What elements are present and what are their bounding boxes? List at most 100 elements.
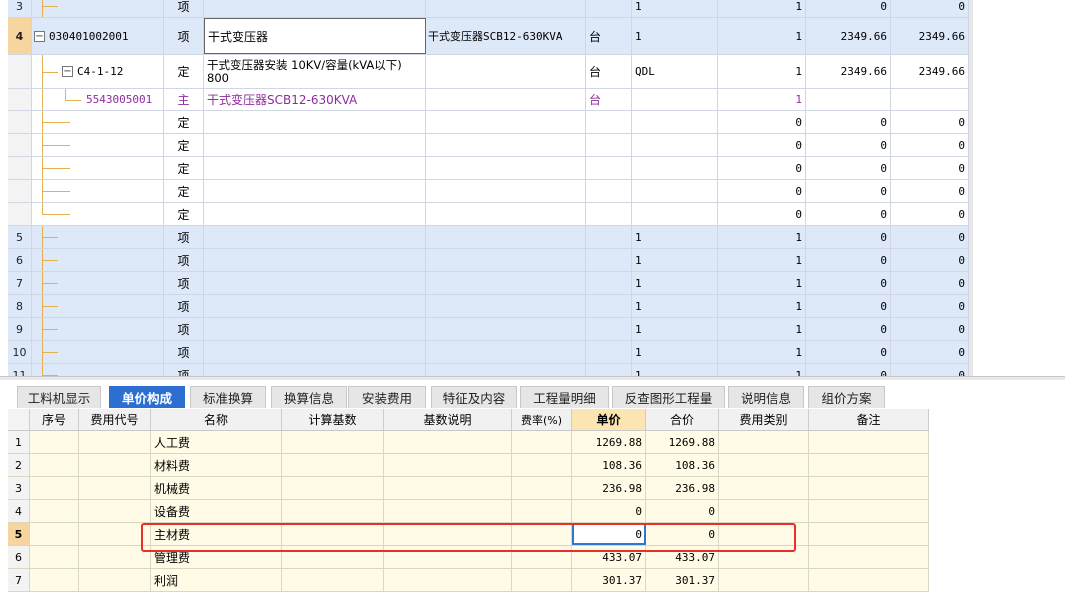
seq-cell[interactable] [30,477,79,499]
table-row[interactable]: 7 项 1 1 0 0 [8,272,969,295]
item-type-cell[interactable]: 项 [164,226,204,248]
seq-cell[interactable] [30,523,79,545]
total-price-cell[interactable]: 0 [891,180,969,202]
total-price-cell[interactable]: 1269.88 [646,431,719,453]
unit-price-cell[interactable]: 0 [806,134,891,156]
tab-7[interactable]: 工程量明细 [520,386,609,408]
base-desc-cell[interactable] [384,477,512,499]
unit-price-cell[interactable]: 0 [806,226,891,248]
item-unit-cell[interactable] [586,341,632,363]
remark-cell[interactable] [809,477,929,499]
total-price-cell[interactable]: 0 [891,134,969,156]
calc-base-cell[interactable] [282,546,384,568]
unit-price-cell[interactable]: 0 [806,203,891,225]
rate-cell[interactable] [512,523,572,545]
remark-cell[interactable] [809,431,929,453]
table-row[interactable]: 3 机械费 236.98 236.98 [8,477,929,500]
total-price-cell[interactable]: 0 [646,523,719,545]
item-unit-cell[interactable] [586,364,632,376]
item-code-cell[interactable] [32,341,164,363]
fee-code-cell[interactable] [79,431,151,453]
quantity-expression-cell[interactable]: 1 [632,364,718,376]
table-row[interactable]: 4 设备费 0 0 [8,500,929,523]
quantity-cell[interactable]: 1 [718,18,806,54]
fee-name-cell[interactable]: 管理费 [151,546,282,568]
base-desc-cell[interactable] [384,500,512,522]
total-price-cell[interactable]: 0 [891,0,969,17]
tab-10[interactable]: 组价方案 [808,386,885,408]
item-type-cell[interactable]: 项 [164,18,204,54]
item-name-cell[interactable]: 干式变压器安装 10KV/容量(kVA以下) 800 [204,55,426,88]
fee-code-cell[interactable] [79,569,151,591]
item-unit-cell[interactable]: 台 [586,55,632,88]
item-unit-cell[interactable] [586,134,632,156]
item-type-cell[interactable]: 项 [164,0,204,17]
item-name-cell[interactable] [204,341,426,363]
tab-9[interactable]: 说明信息 [728,386,804,408]
total-price-cell[interactable]: 108.36 [646,454,719,476]
calc-base-cell[interactable] [282,569,384,591]
table-row[interactable]: 5 项 1 1 0 0 [8,226,969,249]
quantity-expression-cell[interactable]: 1 [632,0,718,17]
item-type-cell[interactable]: 定 [164,203,204,225]
item-feature-cell[interactable] [426,295,586,317]
quantity-cell[interactable]: 1 [718,249,806,271]
item-name-cell[interactable] [204,134,426,156]
quantity-expression-cell[interactable]: 1 [632,272,718,294]
fee-code-cell[interactable] [79,500,151,522]
quantity-expression-cell[interactable] [632,111,718,133]
quantity-cell[interactable]: 1 [718,364,806,376]
unit-price-cell[interactable]: 433.07 [572,546,646,568]
unit-price-cell[interactable]: 2349.66 [806,18,891,54]
item-type-cell[interactable]: 定 [164,134,204,156]
calc-base-cell[interactable] [282,477,384,499]
fee-code-cell[interactable] [79,523,151,545]
unit-price-cell[interactable]: 1269.88 [572,431,646,453]
item-type-cell[interactable]: 项 [164,295,204,317]
remark-cell[interactable] [809,569,929,591]
base-desc-cell[interactable] [384,431,512,453]
item-name-editor[interactable]: 干式变压器 [204,18,426,54]
collapse-toggle-icon[interactable]: − [34,30,45,42]
table-row[interactable]: 3 项 1 1 0 0 [8,0,969,18]
table-row[interactable]: 6 管理费 433.07 433.07 [8,546,929,569]
table-row[interactable]: 7 利润 301.37 301.37 [8,569,929,592]
total-price-cell[interactable]: 301.37 [646,569,719,591]
unit-price-cell[interactable]: 0 [806,0,891,17]
table-row[interactable]: 5 主材费 0 0 [8,523,929,546]
seq-cell[interactable] [30,569,79,591]
header-fee-code[interactable]: 费用代号 [79,409,151,430]
item-name-cell[interactable] [204,157,426,179]
quantity-expression-cell[interactable]: 1 [632,249,718,271]
header-base-desc[interactable]: 基数说明 [384,409,512,430]
rate-cell[interactable] [512,477,572,499]
base-desc-cell[interactable] [384,523,512,545]
quantity-cell[interactable]: 1 [718,272,806,294]
unit-price-cell[interactable] [806,89,891,110]
item-unit-cell[interactable] [586,226,632,248]
quantity-cell[interactable]: 1 [718,226,806,248]
fee-code-cell[interactable] [79,477,151,499]
item-unit-cell[interactable] [586,180,632,202]
table-row[interactable]: 6 项 1 1 0 0 [8,249,969,272]
total-price-cell[interactable]: 0 [891,318,969,340]
header-calc-base[interactable]: 计算基数 [282,409,384,430]
fee-category-cell[interactable] [719,431,809,453]
table-row[interactable]: 定 0 0 0 [8,203,969,226]
quantity-cell[interactable]: 0 [718,180,806,202]
item-feature-cell[interactable] [426,134,586,156]
fee-category-cell[interactable] [719,454,809,476]
unit-price-cell[interactable]: 0 [806,272,891,294]
header-total[interactable]: 合价 [646,409,719,430]
item-feature-cell[interactable] [426,157,586,179]
quantity-cell[interactable]: 1 [718,89,806,110]
item-name-cell[interactable] [204,203,426,225]
item-code-cell[interactable] [32,111,164,133]
fee-category-cell[interactable] [719,477,809,499]
table-row[interactable]: 5543005001 主 干式变压器SCB12-630KVA 台 1 [8,89,969,111]
quantity-expression-cell[interactable]: 1 [632,341,718,363]
quantity-expression-cell[interactable] [632,89,718,110]
header-name[interactable]: 名称 [151,409,282,430]
seq-cell[interactable] [30,431,79,453]
quantity-cell[interactable]: 1 [718,55,806,88]
